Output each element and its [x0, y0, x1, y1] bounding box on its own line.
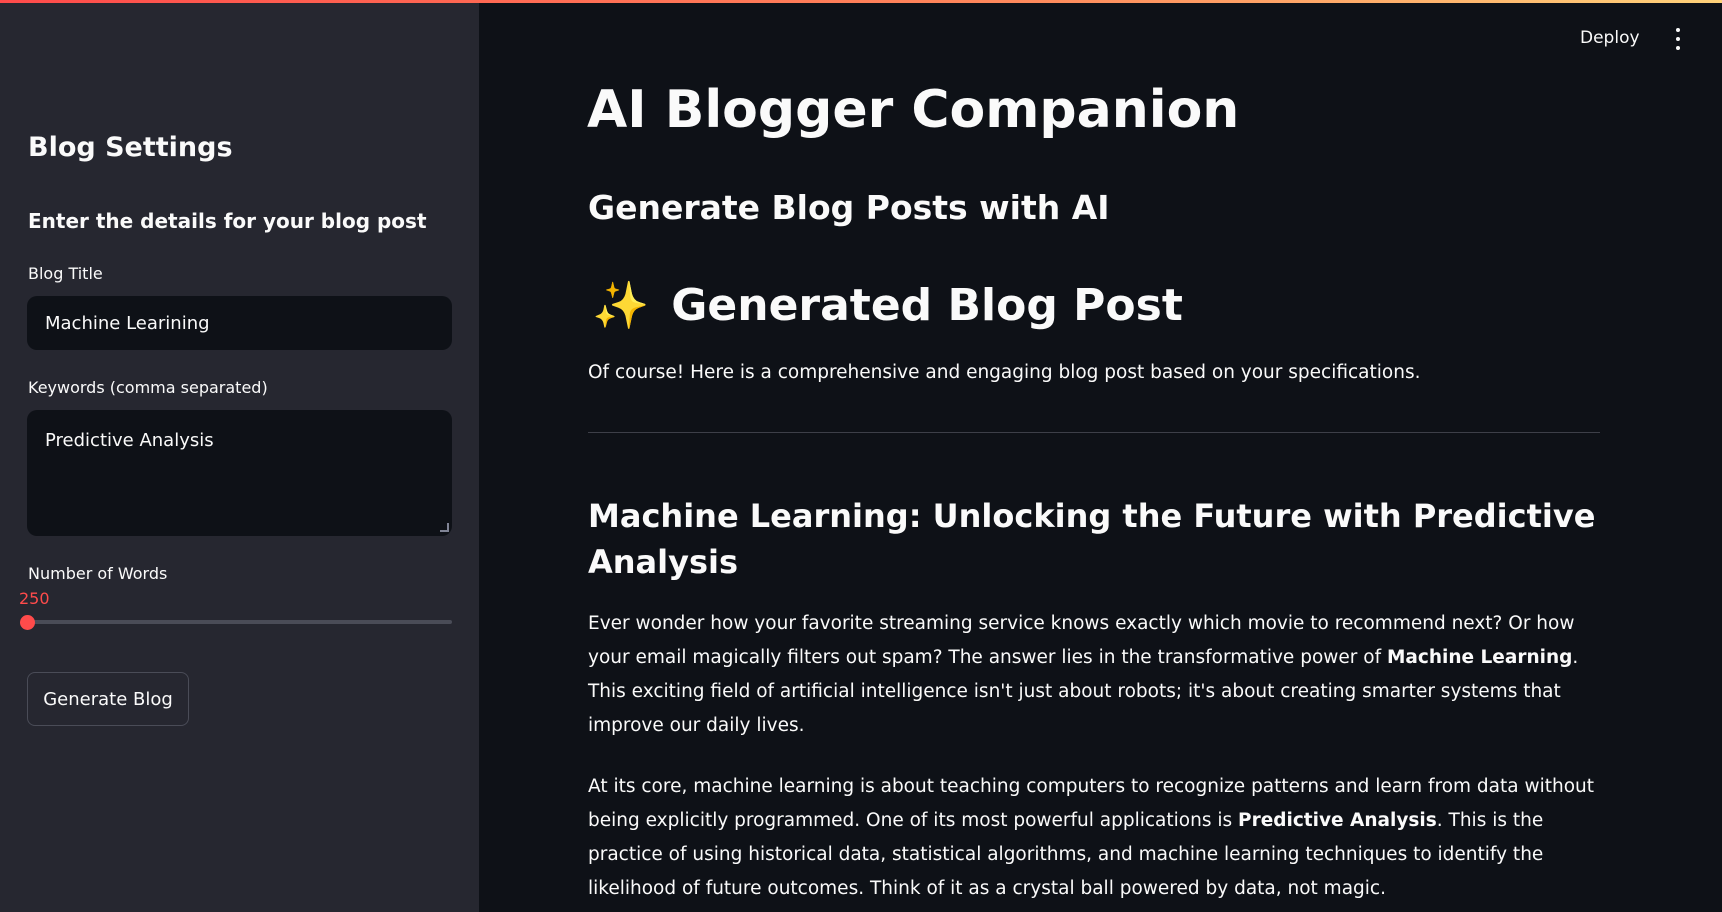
top-decoration-bar [0, 0, 1722, 3]
words-slider-thumb[interactable] [20, 615, 35, 630]
post-title: Machine Learning: Unlocking the Future w… [588, 497, 1596, 581]
sparkles-icon: ✨ [592, 278, 650, 332]
number-of-words-label: Number of Words [28, 564, 168, 583]
post-paragraph-1-bold: Machine Learning [1386, 647, 1573, 668]
resize-grip-icon[interactable] [440, 523, 449, 532]
generated-post-heading: ✨ Generated Blog Post [592, 278, 1183, 333]
sidebar-title: Blog Settings [28, 132, 233, 163]
vertical-ellipsis-icon[interactable] [1672, 28, 1684, 50]
sidebar: Blog Settings Enter the details for your… [0, 0, 479, 912]
page-title: AI Blogger Companion [587, 80, 1240, 140]
post-paragraph-2-bold: Predictive Analysis [1238, 810, 1437, 831]
generated-post-heading-text: Generated Blog Post [671, 280, 1183, 331]
words-slider-track[interactable] [27, 620, 452, 624]
blog-title-label: Blog Title [28, 264, 103, 283]
divider [588, 432, 1600, 433]
sidebar-subtitle: Enter the details for your blog post [28, 209, 427, 233]
page-subtitle: Generate Blog Posts with AI [588, 188, 1110, 227]
post-paragraph-2: At its core, machine learning is about t… [588, 770, 1598, 906]
intro-text: Of course! Here is a comprehensive and e… [588, 362, 1421, 383]
deploy-button[interactable]: Deploy [1580, 28, 1640, 48]
post-paragraph-1: Ever wonder how your favorite streaming … [588, 607, 1598, 743]
keywords-textarea[interactable]: Predictive Analysis [27, 410, 452, 536]
keywords-label: Keywords (comma separated) [28, 378, 268, 397]
blog-title-input[interactable] [27, 296, 452, 350]
generate-blog-button[interactable]: Generate Blog [27, 672, 189, 726]
words-slider-value: 250 [19, 589, 50, 608]
